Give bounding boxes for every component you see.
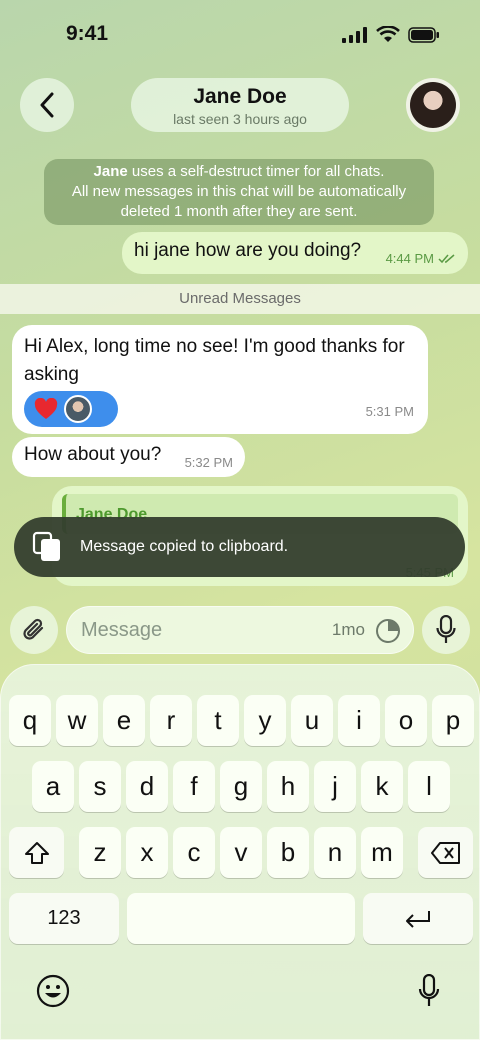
message-bubble-out[interactable]: hi jane how are you doing? 4:44 PM: [122, 232, 468, 274]
emoji-icon: [36, 974, 70, 1008]
delete-key[interactable]: [418, 827, 473, 878]
keyboard: q w e r t y u i o p a s d f g h j k l z …: [0, 664, 480, 1040]
key-n[interactable]: n: [314, 827, 356, 878]
key-o[interactable]: o: [385, 695, 427, 746]
emoji-button[interactable]: [35, 973, 71, 1009]
key-l[interactable]: l: [408, 761, 450, 812]
timer-icon[interactable]: [375, 618, 401, 644]
key-i[interactable]: i: [338, 695, 380, 746]
heart-icon: [34, 398, 58, 419]
key-u[interactable]: u: [291, 695, 333, 746]
double-check-icon: [438, 253, 455, 263]
message-input[interactable]: [81, 618, 311, 642]
contact-name: Jane Doe: [193, 85, 287, 108]
message-time: 5:32 PM: [184, 455, 233, 470]
key-j[interactable]: j: [314, 761, 356, 812]
microphone-icon: [436, 615, 456, 643]
return-icon: [406, 910, 430, 928]
chevron-left-icon: [40, 92, 54, 118]
message-text: hi jane how are you doing?: [134, 240, 362, 261]
key-r[interactable]: r: [150, 695, 192, 746]
key-e[interactable]: e: [103, 695, 145, 746]
shift-key[interactable]: [9, 827, 64, 878]
key-d[interactable]: d: [126, 761, 168, 812]
key-t[interactable]: t: [197, 695, 239, 746]
self-destruct-notice: Jane uses a self-destruct timer for all …: [44, 159, 434, 225]
avatar[interactable]: [406, 78, 460, 132]
message-input-container[interactable]: 1mo: [66, 606, 414, 654]
message-bubble-in[interactable]: How about you? 5:32 PM: [12, 437, 245, 477]
voice-button[interactable]: [422, 606, 470, 654]
battery-icon: [408, 26, 439, 43]
key-h[interactable]: h: [267, 761, 309, 812]
key-a[interactable]: a: [32, 761, 74, 812]
backspace-icon: [430, 841, 460, 864]
message-time: 5:31 PM: [365, 404, 414, 419]
copy-icon: [32, 531, 60, 561]
attach-button[interactable]: [10, 606, 58, 654]
message-meta: 4:44 PM: [386, 251, 456, 266]
space-key[interactable]: [127, 893, 355, 944]
return-key[interactable]: [363, 893, 473, 944]
status-time: 9:41: [66, 22, 109, 45]
key-f[interactable]: f: [173, 761, 215, 812]
wifi-icon: [376, 26, 400, 42]
notice-name: Jane: [93, 163, 128, 180]
back-button[interactable]: [20, 78, 74, 132]
chat-title[interactable]: Jane Doe last seen 3 hours ago: [131, 78, 349, 132]
microphone-icon: [418, 974, 440, 1006]
copied-toast: Message copied to clipboard.: [14, 517, 465, 577]
reaction-avatar: [64, 395, 92, 423]
timer-label: 1mo: [331, 620, 365, 639]
key-k[interactable]: k: [361, 761, 403, 812]
key-v[interactable]: v: [220, 827, 262, 878]
notice-line2: All new messages in this chat will be au…: [71, 183, 407, 200]
key-b[interactable]: b: [267, 827, 309, 878]
numbers-key[interactable]: 123: [9, 893, 119, 944]
shift-icon: [24, 841, 49, 864]
reaction-chip[interactable]: [24, 391, 118, 427]
message-text: Hi Alex, long time no see! I'm good than…: [24, 336, 405, 385]
status-icons: [342, 26, 440, 43]
dictation-button[interactable]: [411, 971, 447, 1011]
paperclip-icon: [23, 618, 44, 640]
key-w[interactable]: w: [56, 695, 98, 746]
key-y[interactable]: y: [244, 695, 286, 746]
unread-divider: Unread Messages: [0, 284, 480, 314]
notice-line3: deleted 1 month after they are sent.: [120, 203, 358, 220]
toast-text: Message copied to clipboard.: [80, 538, 289, 555]
signal-icon: [342, 26, 367, 43]
avatar-photo: [410, 82, 456, 128]
key-m[interactable]: m: [361, 827, 403, 878]
key-z[interactable]: z: [79, 827, 121, 878]
key-c[interactable]: c: [173, 827, 215, 878]
key-q[interactable]: q: [9, 695, 51, 746]
message-bubble-in[interactable]: Hi Alex, long time no see! I'm good than…: [12, 325, 428, 434]
key-x[interactable]: x: [126, 827, 168, 878]
notice-line1: uses a self-destruct timer for all chats…: [127, 163, 385, 180]
key-p[interactable]: p: [432, 695, 474, 746]
key-s[interactable]: s: [79, 761, 121, 812]
message-text: How about you?: [24, 444, 162, 465]
last-seen: last seen 3 hours ago: [173, 111, 307, 127]
key-g[interactable]: g: [220, 761, 262, 812]
message-time: 4:44 PM: [385, 251, 434, 266]
